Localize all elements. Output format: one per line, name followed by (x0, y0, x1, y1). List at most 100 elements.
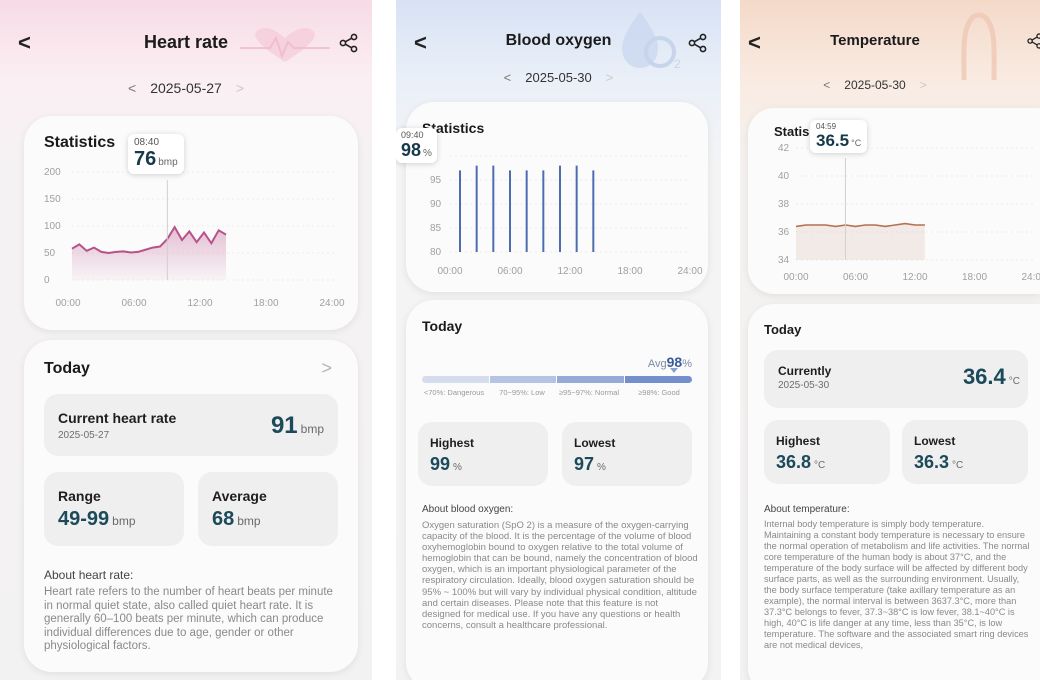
temperature-screen: < Temperature <2025-05-30 > Statis 42 40 38… (740, 0, 1040, 680)
currently-box: Currently 2025-05-30 36.4 °C (764, 350, 1028, 408)
currently-value: 36.4 °C (963, 364, 1020, 390)
lowest-box: Lowest 97% (562, 422, 692, 486)
today-card: Today > Current heart rate 2025-05-27 91… (24, 340, 358, 672)
unit-label: bmp (237, 514, 261, 528)
avg-marker-icon (670, 368, 678, 373)
about-text: Internal body temperature is simply body… (764, 519, 1030, 650)
chart-tooltip: 04:59 36.5 °C (810, 120, 868, 153)
currently-label: Currently (778, 364, 832, 378)
date-navigator: <2025-05-30 > (740, 78, 1040, 92)
highest-label: Highest (430, 436, 475, 450)
about-text: Oxygen saturation (SpO 2) is a measure o… (422, 520, 698, 631)
current-heart-rate-box: Current heart rate 2025-05-27 91 bmp (44, 394, 338, 456)
current-heart-rate-date: 2025-05-27 (58, 430, 110, 441)
unit-label: bmp (112, 514, 136, 528)
y-tick-label: 200 (44, 167, 61, 178)
prev-date-button[interactable]: < (823, 78, 830, 92)
range-number: 49-99 (58, 508, 110, 530)
tooltip-value: 76 (134, 148, 157, 170)
unit-label: °C (814, 460, 826, 471)
statistics-card: Statis 42 40 38 36 34 00:00 06:00 12:00 18:00 24:… (748, 108, 1040, 294)
x-tick-label: 06:00 (843, 272, 868, 283)
scale-segment-dangerous (422, 376, 490, 383)
share-icon[interactable] (338, 32, 360, 54)
current-date: 2025-05-27 (150, 80, 222, 96)
avg-unit: % (682, 358, 692, 370)
temperature-chart: 42 40 38 36 34 00:00 06:00 12:00 18:00 24:00 (778, 143, 1040, 283)
current-heart-rate-value: 91 bmp (271, 412, 324, 440)
lowest-value: 36.3 °C (914, 452, 963, 473)
x-tick-label: 12:00 (557, 266, 582, 277)
range-value: 49-99 bmp (58, 508, 136, 531)
x-tick-label: 18:00 (253, 298, 278, 309)
highest-value: 36.8 °C (776, 452, 825, 473)
next-date-button[interactable]: > (920, 78, 927, 92)
next-date-button[interactable]: > (236, 80, 244, 96)
tooltip-unit: °C (851, 138, 862, 148)
x-tick-label: 24:00 (319, 298, 344, 309)
about-heading: About heart rate: (44, 568, 134, 582)
average-value: 68 bmp (212, 508, 261, 531)
oxygen-scale-bar (422, 376, 692, 383)
tooltip-unit: bmp (158, 157, 178, 168)
scale-segment-good (624, 376, 692, 383)
tooltip-value: 36.5 (816, 131, 850, 150)
chevron-right-icon[interactable]: > (321, 358, 332, 379)
scale-label-dangerous: <70%: Dangerous (423, 388, 485, 397)
highest-box: Highest 99% (418, 422, 548, 486)
today-card: Today Avg98% <70%: Dangerous 70~95%: Low… (406, 300, 708, 680)
y-tick-label: 40 (778, 171, 790, 182)
y-tick-label: 38 (778, 199, 790, 210)
blood-oxygen-chart: 09590858000:0006:0012:0018:0024:00 (430, 151, 703, 277)
about-heading: About temperature: (764, 504, 850, 515)
highest-box: Highest 36.8 °C (764, 420, 890, 484)
prev-date-button[interactable]: < (504, 70, 512, 85)
average-box: Average 68 bmp (198, 472, 338, 546)
svg-text:2: 2 (674, 57, 681, 71)
lowest-label: Lowest (914, 434, 956, 448)
chart-tooltip: 09:40 98% (396, 128, 437, 163)
header: < Heart rate (0, 28, 372, 58)
temperature-area (796, 223, 925, 260)
currently-date: 2025-05-30 (778, 380, 830, 391)
share-icon[interactable] (1026, 32, 1040, 50)
today-title: Today (422, 318, 463, 334)
y-tick-label: 0 (44, 275, 50, 286)
lowest-number: 97 (574, 454, 595, 474)
currently-number: 36.4 (962, 364, 1006, 389)
y-tick-label: 36 (778, 227, 790, 238)
current-date: 2025-05-30 (844, 78, 906, 92)
scale-label-good: ≥98%: Good (638, 388, 680, 397)
unit-label: °C (952, 460, 964, 471)
highest-number: 99 (430, 454, 451, 474)
blood-oxygen-screen: 2 < Blood oxygen <2025-05-30 > Statistics… (396, 0, 721, 680)
unit-label: % (597, 462, 606, 473)
x-tick-label: 00:00 (437, 266, 462, 277)
share-icon[interactable] (687, 32, 709, 54)
tooltip-value: 98 (401, 140, 422, 160)
x-tick-label: 18:00 (617, 266, 642, 277)
avg-prefix: Avg (647, 358, 667, 370)
prev-date-button[interactable]: < (128, 80, 136, 96)
x-tick-label: 06:00 (121, 298, 146, 309)
page-title: Temperature (830, 32, 920, 49)
x-tick-label: 12:00 (187, 298, 212, 309)
next-date-button[interactable]: > (606, 70, 614, 85)
range-box: Range 49-99 bmp (44, 472, 184, 546)
lowest-box: Lowest 36.3 °C (902, 420, 1028, 484)
scale-segment-low (489, 376, 557, 383)
date-navigator: <2025-05-30 > (396, 70, 721, 85)
header: < Temperature (740, 28, 1040, 58)
today-title: Today (44, 360, 90, 377)
x-tick-label: 24:00 (677, 266, 702, 277)
y-tick-label: 95 (430, 175, 442, 186)
tooltip-time: 04:59 (816, 122, 837, 131)
chart-tooltip: 08:40 76 bmp (128, 134, 184, 174)
heart-rate-chart: 200 150 100 50 0 00:00 06:00 12:00 18:00 24:00 (44, 167, 345, 309)
y-tick-label: 100 (44, 221, 61, 232)
page-title: Blood oxygen (505, 32, 612, 49)
scale-label-normal: ≥95~97%: Normal (558, 388, 620, 397)
highest-number: 36.8 (776, 452, 812, 472)
y-tick-label: 80 (430, 247, 442, 258)
tooltip-unit: % (423, 148, 432, 159)
